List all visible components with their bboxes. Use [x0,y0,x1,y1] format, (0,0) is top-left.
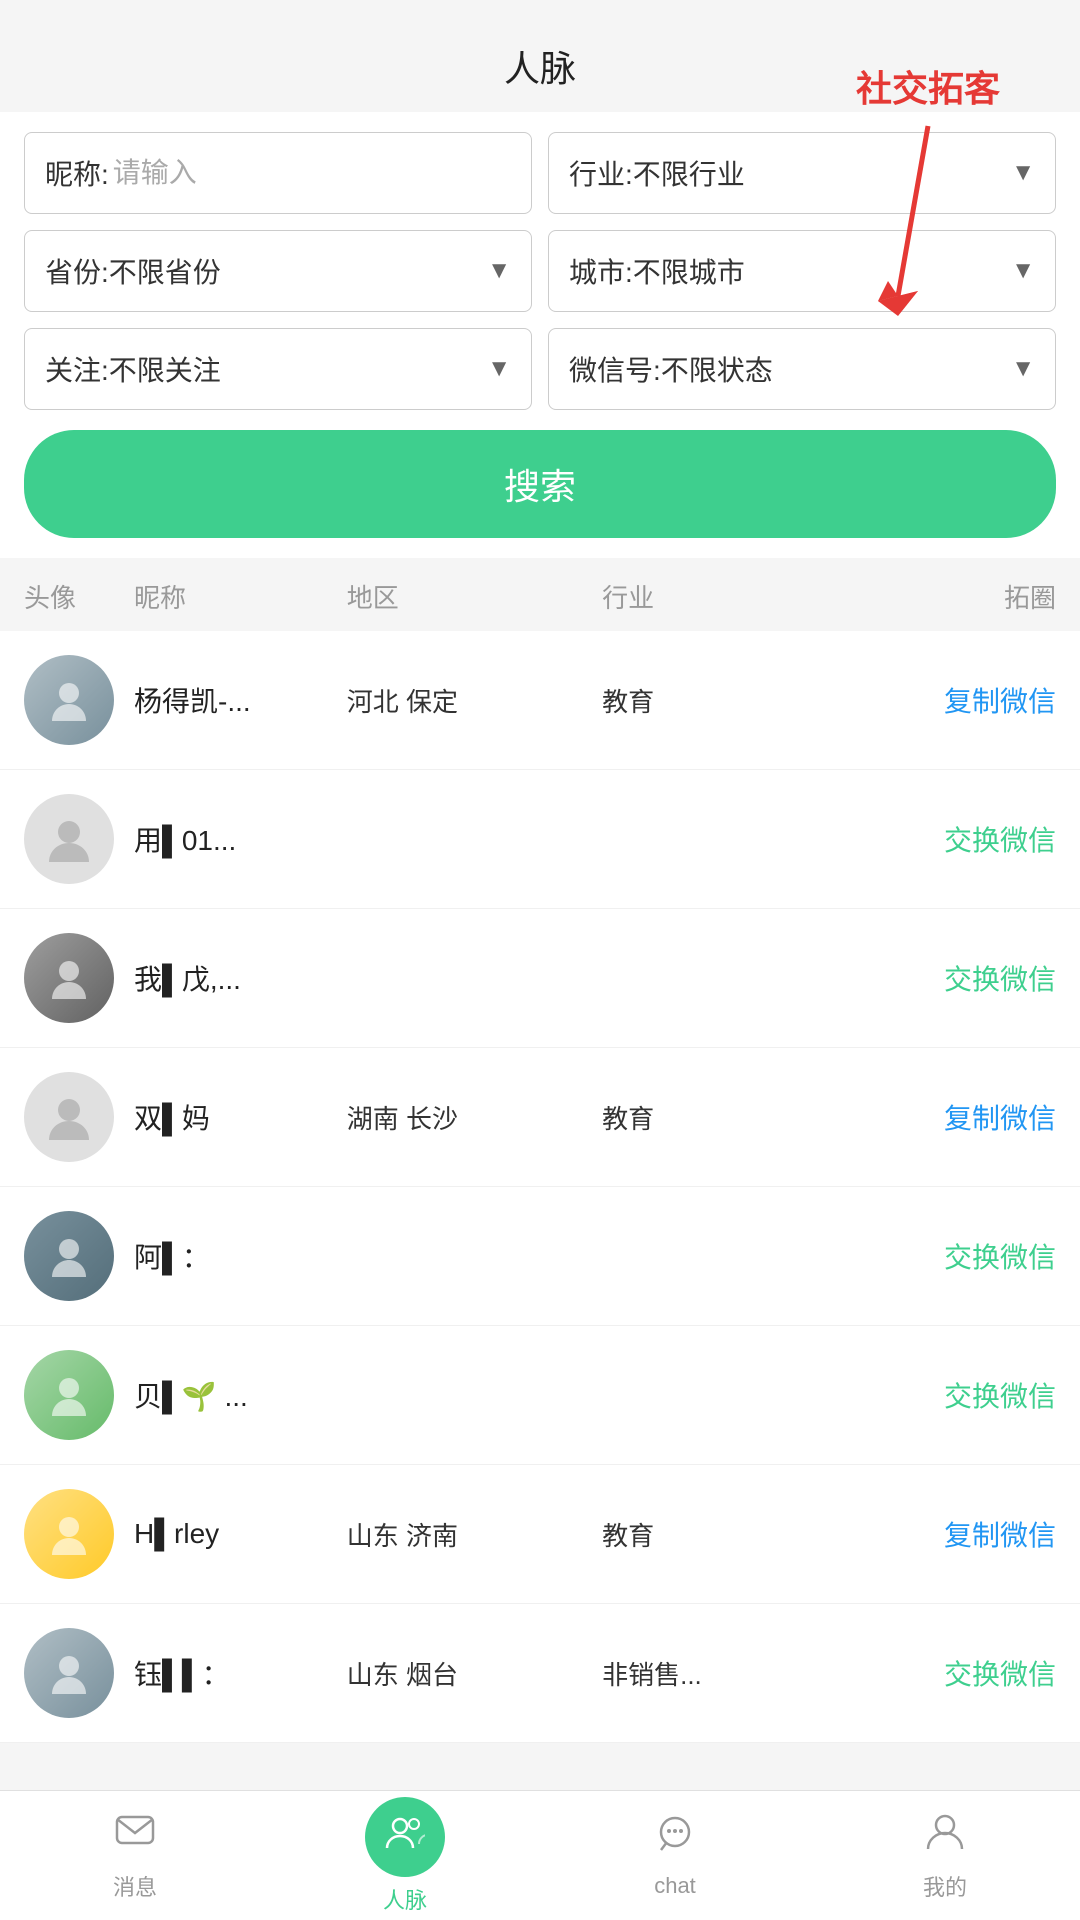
user-action-button[interactable]: 交换微信 [801,1236,1056,1276]
nav-label-contacts: 人脉 [383,1883,427,1915]
nav-item-contacts[interactable]: 人脉 [270,1791,540,1920]
wechat-filter[interactable]: 微信号:不限状态 ▼ [548,328,1056,410]
user-name: 贝▌🌱 ... [134,1375,347,1415]
industry-filter[interactable]: 行业:不限行业 ▼ [548,132,1056,214]
user-region: 河北 保定 [347,682,602,719]
filter-row-2: 省份:不限省份 ▼ 城市:不限城市 ▼ [24,230,1056,312]
province-label: 省份:不限省份 [45,251,221,291]
avatar-placeholder [24,794,114,884]
table-row: 阿▌： 交换微信 [0,1187,1080,1326]
avatar-placeholder [24,1072,114,1162]
table-row: 用▌01... 交换微信 [0,770,1080,909]
nav-item-chat[interactable]: chat [540,1791,810,1920]
col-header-avatar: 头像 [24,578,134,615]
user-industry: 教育 [602,1516,801,1553]
user-action-button[interactable]: 交换微信 [801,819,1056,859]
user-region: 湖南 长沙 [347,1099,602,1136]
nav-item-mine[interactable]: 我的 [810,1791,1080,1920]
table-row: 钰▌▌：山东 烟台非销售...交换微信 [0,1604,1080,1743]
follow-dropdown-arrow: ▼ [487,355,511,383]
table-row: 贝▌🌱 ... 交换微信 [0,1326,1080,1465]
wechat-label: 微信号:不限状态 [569,349,773,389]
filter-row-1: 昵称: 行业:不限行业 ▼ [24,132,1056,214]
city-dropdown-arrow: ▼ [1011,257,1035,285]
user-region: 山东 济南 [347,1516,602,1553]
mine-icon [923,1809,967,1864]
user-list: 杨得凯-...河北 保定教育复制微信 用▌01...交换微信 我▌戊,...交换… [0,631,1080,1743]
industry-label: 行业:不限行业 [569,153,745,193]
search-button[interactable]: 搜索 [24,430,1056,538]
col-header-industry: 行业 [602,578,801,615]
avatar [24,1489,114,1579]
avatar [24,655,114,745]
user-name: 双▌妈 [134,1097,347,1137]
user-action-button[interactable]: 复制微信 [801,680,1056,720]
table-row: 杨得凯-...河北 保定教育复制微信 [0,631,1080,770]
chat-icon [653,1812,697,1867]
user-action-button[interactable]: 复制微信 [801,1514,1056,1554]
table-row: 我▌戊,... 交换微信 [0,909,1080,1048]
page-title: 人脉 [0,0,1080,112]
table-row: 双▌妈湖南 长沙教育复制微信 [0,1048,1080,1187]
messages-icon [113,1809,157,1864]
user-name: 钰▌▌： [134,1653,347,1693]
user-industry: 教育 [602,1099,801,1136]
user-industry: 教育 [602,682,801,719]
nav-label-messages: 消息 [113,1870,157,1902]
city-filter[interactable]: 城市:不限城市 ▼ [548,230,1056,312]
col-header-name: 昵称 [134,578,347,615]
user-name: 我▌戊,... [134,958,347,998]
filter-row-3: 关注:不限关注 ▼ 微信号:不限状态 ▼ [24,328,1056,410]
col-header-action: 拓圈 [801,578,1056,615]
city-label: 城市:不限城市 [569,251,745,291]
user-action-button[interactable]: 复制微信 [801,1097,1056,1137]
user-industry: 非销售... [602,1655,801,1692]
user-name: H▌rley [134,1518,347,1550]
table-row: H▌rley山东 济南教育复制微信 [0,1465,1080,1604]
follow-filter[interactable]: 关注:不限关注 ▼ [24,328,532,410]
avatar [24,933,114,1023]
user-action-button[interactable]: 交换微信 [801,1375,1056,1415]
nav-label-mine: 我的 [923,1870,967,1902]
nickname-label-text: 昵称: [45,153,109,193]
user-action-button[interactable]: 交换微信 [801,958,1056,998]
nickname-input[interactable] [113,157,511,189]
user-region: 山东 烟台 [347,1655,602,1692]
bottom-nav: 消息 人脉 chat [0,1790,1080,1920]
contacts-icon [385,1812,425,1862]
nav-active-bg [365,1797,445,1877]
user-action-button[interactable]: 交换微信 [801,1653,1056,1693]
avatar [24,1211,114,1301]
table-header: 头像 昵称 地区 行业 拓圈 [0,562,1080,631]
province-filter[interactable]: 省份:不限省份 ▼ [24,230,532,312]
avatar [24,1628,114,1718]
nickname-filter[interactable]: 昵称: [24,132,532,214]
user-name: 杨得凯-... [134,680,347,720]
nav-item-messages[interactable]: 消息 [0,1791,270,1920]
user-name: 用▌01... [134,819,347,859]
industry-dropdown-arrow: ▼ [1011,159,1035,187]
user-name: 阿▌： [134,1236,347,1276]
filter-section: 昵称: 行业:不限行业 ▼ 省份:不限省份 ▼ 城市:不限城市 ▼ 关注:不限关… [0,112,1080,558]
avatar [24,1350,114,1440]
follow-label: 关注:不限关注 [45,349,221,389]
wechat-dropdown-arrow: ▼ [1011,355,1035,383]
province-dropdown-arrow: ▼ [487,257,511,285]
col-header-region: 地区 [347,578,602,615]
nav-label-chat: chat [654,1873,696,1899]
